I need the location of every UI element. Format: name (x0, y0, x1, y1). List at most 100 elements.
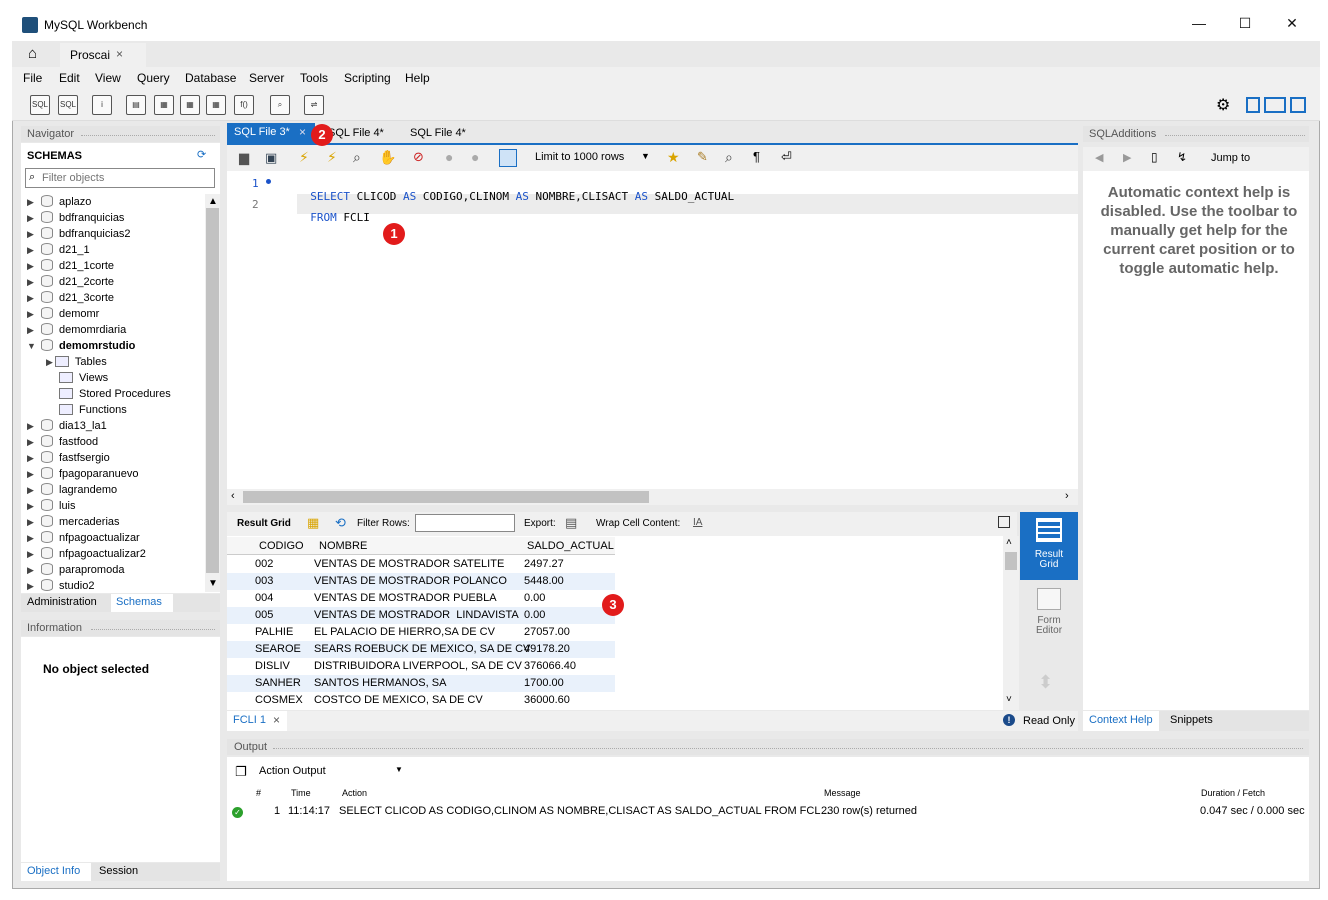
output-row[interactable]: ✓ 1 11:14:17 SELECT CLICOD AS CODIGO,CLI… (227, 803, 1309, 821)
schema-item[interactable]: ▶ nfpagoactualizar2 (27, 546, 146, 562)
cell[interactable]: 2497.27 (524, 556, 564, 573)
tab-session[interactable]: Session (99, 865, 138, 877)
open-sql-file-icon[interactable]: SQL (58, 95, 78, 115)
schema-item[interactable]: ▶ parapromoda (27, 562, 124, 578)
expand-arrow-icon[interactable]: ▶ (27, 322, 37, 338)
commit-icon[interactable]: ● (445, 149, 453, 165)
new-sql-tab-icon[interactable]: SQL (30, 95, 50, 115)
cell[interactable]: VENTAS DE MOSTRADOR LINDAVISTA (314, 607, 519, 624)
table-row[interactable]: SANHER SANTOS HERMANOS, SA 1700.00 (227, 675, 615, 692)
create-view-icon[interactable]: ▦ (180, 95, 200, 115)
close-icon[interactable]: × (299, 125, 306, 139)
minimize-button[interactable]: — (1184, 15, 1214, 35)
cell[interactable]: 0.00 (524, 590, 545, 607)
table-row[interactable]: DISLIV DISTRIBUIDORA LIVERPOOL, SA DE CV 3… (227, 658, 615, 675)
procedures-node[interactable]: Stored Procedures (59, 386, 171, 402)
table-row[interactable]: 005 VENTAS DE MOSTRADOR LINDAVISTA 0.00 (227, 607, 615, 624)
cell[interactable]: PALHIE (255, 624, 293, 641)
result-vscrollbar[interactable]: ˄ ˅ (1003, 536, 1019, 710)
cell[interactable]: COSTCO DE MEXICO, SA DE CV (314, 692, 483, 709)
expand-arrow-icon[interactable]: ▶ (27, 194, 37, 210)
cell[interactable]: 002 (255, 556, 273, 573)
beautify-star-icon[interactable]: ★ (667, 149, 680, 166)
execute-current-icon[interactable]: ⚡ (327, 149, 337, 166)
toggle-error-icon[interactable]: ⊘ (413, 149, 424, 165)
cell[interactable]: SEARS ROEBUCK DE MEXICO, SA DE CV (314, 641, 530, 658)
tables-node[interactable]: ▶ Tables (46, 354, 107, 370)
create-table-icon[interactable]: ▦ (154, 95, 174, 115)
schema-item[interactable]: ▶ demomr (27, 306, 99, 322)
schema-item[interactable]: ▶ lagrandemo (27, 482, 117, 498)
create-function-icon[interactable]: f() (234, 95, 254, 115)
menu-help[interactable]: Help (405, 71, 430, 85)
column-header[interactable]: CODIGO (259, 540, 304, 552)
toggle-output-icon[interactable] (1264, 97, 1286, 113)
manual-help-icon[interactable]: ▯ (1151, 150, 1158, 164)
editor-tab-active[interactable]: SQL File 3* × (227, 123, 315, 143)
table-row[interactable]: 004 VENTAS DE MOSTRADOR PUEBLA 0.00 (227, 590, 615, 607)
cell[interactable]: SANHER (255, 675, 301, 692)
expand-arrow-icon[interactable]: ▶ (27, 274, 37, 290)
explain-icon[interactable]: ⌕ (353, 149, 361, 166)
output-selector[interactable]: Action Output ▼ (255, 762, 405, 780)
expand-arrow-icon[interactable]: ▶ (27, 546, 37, 562)
expand-arrow-icon[interactable]: ▶ (27, 530, 37, 546)
scroll-left-icon[interactable]: ‹ (231, 490, 235, 502)
schema-item[interactable]: ▶ mercaderias (27, 514, 120, 530)
scroll-up-icon[interactable]: ▲ (208, 196, 218, 207)
scrollbar-thumb[interactable] (206, 208, 219, 573)
cell[interactable]: SANTOS HERMANOS, SA (314, 675, 446, 692)
execute-icon[interactable]: ⚡ (299, 149, 309, 166)
cell[interactable]: 0.00 (524, 607, 545, 624)
result-scroll-thumb[interactable] (1005, 552, 1017, 570)
menu-file[interactable]: File (23, 71, 42, 85)
tab-proscai[interactable]: Proscai × (60, 43, 146, 67)
expand-arrow-icon[interactable]: ▶ (27, 450, 37, 466)
expand-arrow-icon[interactable]: ▶ (27, 418, 37, 434)
form-editor-button[interactable]: Form Editor (1020, 584, 1078, 644)
create-procedure-icon[interactable]: ▦ (206, 95, 226, 115)
autocommit-icon[interactable] (499, 149, 517, 167)
home-icon[interactable]: ⌂ (28, 45, 37, 62)
schema-item[interactable]: ▶ luis (27, 498, 76, 514)
expand-arrow-icon[interactable]: ▶ (27, 258, 37, 274)
maximize-button[interactable]: ☐ (1230, 15, 1260, 35)
expand-arrow-icon[interactable]: ▶ (27, 226, 37, 242)
cell[interactable]: DISTRIBUIDORA LIVERPOOL, SA DE CV (314, 658, 522, 675)
export-icon[interactable]: ▤ (565, 515, 577, 531)
menu-database[interactable]: Database (185, 71, 236, 85)
close-icon[interactable]: × (273, 713, 280, 727)
expand-arrow-icon[interactable]: ▶ (27, 466, 37, 482)
cell[interactable]: VENTAS DE MOSTRADOR PUEBLA (314, 590, 497, 607)
tab-context-help[interactable]: Context Help (1083, 711, 1159, 731)
schema-item[interactable]: ▶ d21_1corte (27, 258, 114, 274)
limit-rows-select[interactable]: Limit to 1000 rows ▼ (531, 149, 653, 167)
cell[interactable]: 49178.20 (524, 641, 570, 658)
schema-item[interactable]: ▶ demomrdiaria (27, 322, 126, 338)
schema-item[interactable]: ▶ studio2 (27, 578, 94, 594)
expand-arrow-icon[interactable]: ▶ (27, 306, 37, 322)
invisible-chars-icon[interactable]: ¶ (753, 149, 760, 164)
schema-item[interactable]: ▶ bdfranquicias2 (27, 226, 131, 242)
jump-to-label[interactable]: Jump to (1211, 152, 1250, 164)
editor-hscrollbar[interactable]: ‹ › (227, 489, 1078, 505)
cell[interactable]: EL PALACIO DE HIERRO,SA DE CV (314, 624, 495, 641)
result-tab[interactable]: FCLI 1 × (227, 711, 287, 731)
editor-tab[interactable]: SQL File 4* (410, 123, 466, 143)
scroll-down-icon[interactable]: ˅ (1006, 694, 1012, 705)
settings-icon[interactable]: ⚙ (1216, 95, 1230, 115)
inspector-icon[interactable]: i (92, 95, 112, 115)
table-row[interactable]: 002 VENTAS DE MOSTRADOR SATELITE 2497.27 (227, 556, 615, 573)
close-button[interactable]: ✕ (1277, 15, 1307, 35)
scroll-right-icon[interactable]: › (1065, 490, 1069, 502)
auto-help-icon[interactable]: ↯ (1177, 150, 1187, 164)
back-icon[interactable]: ◀ (1095, 151, 1103, 164)
copy-icon[interactable]: ❐ (235, 764, 247, 780)
forward-icon[interactable]: ▶ (1123, 151, 1131, 164)
cell[interactable]: 005 (255, 607, 273, 624)
cell[interactable]: VENTAS DE MOSTRADOR POLANCO (314, 573, 507, 590)
expand-arrow-icon[interactable]: ▶ (46, 357, 53, 367)
hscroll-thumb[interactable] (243, 491, 649, 503)
toggle-secondary-sidebar-icon[interactable] (1290, 97, 1306, 113)
schema-item[interactable]: ▶ fastfsergio (27, 450, 110, 466)
